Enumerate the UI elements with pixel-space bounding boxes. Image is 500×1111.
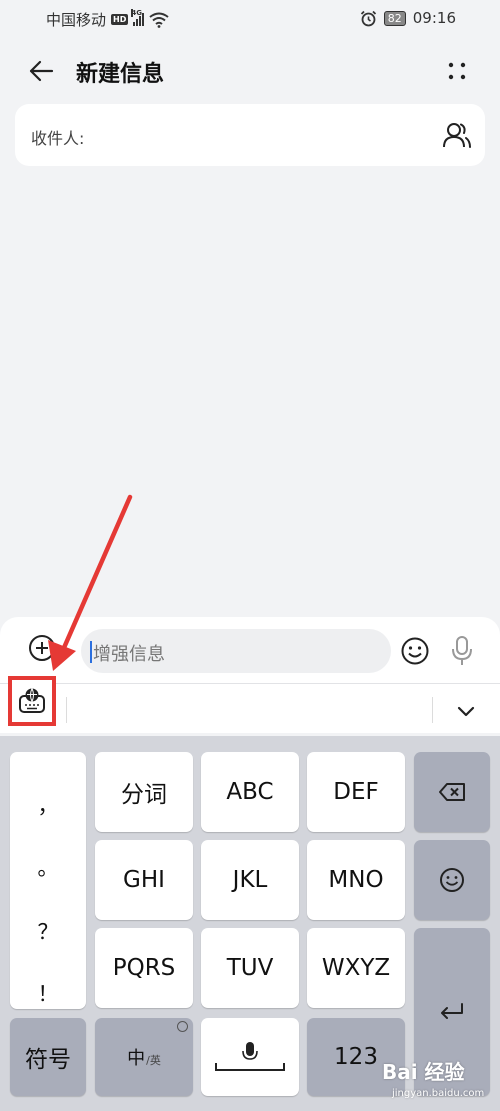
key-ghi[interactable]: GHI — [95, 840, 193, 920]
backspace-icon — [439, 783, 465, 801]
signal-icon: 4G — [131, 9, 145, 26]
add-circle-icon[interactable] — [28, 634, 56, 662]
key-pqrs[interactable]: PQRS — [95, 928, 193, 1008]
punct-key[interactable]: ， — [10, 790, 86, 820]
key-abc[interactable]: ABC — [201, 752, 299, 832]
key-def[interactable]: DEF — [307, 752, 405, 832]
status-right: 82 09:16 — [360, 9, 456, 27]
keyboard-globe-icon — [19, 688, 45, 713]
delete-key[interactable] — [414, 752, 490, 832]
status-left: 中国移动 HD 4G — [46, 9, 169, 30]
candidate-separator — [432, 697, 433, 723]
recipient-field[interactable]: 收件人: — [15, 104, 485, 166]
key-tuv[interactable]: TUV — [201, 928, 299, 1008]
watermark: Bai 经验 jingyan.baidu.com — [382, 1052, 500, 1110]
back-arrow-icon[interactable] — [26, 56, 56, 86]
alarm-icon — [360, 10, 376, 26]
symbols-key[interactable]: 符号 — [10, 1018, 86, 1096]
hd-badge: HD — [111, 14, 129, 25]
clock: 09:16 — [412, 9, 456, 27]
key-wxyz[interactable]: WXYZ — [307, 928, 405, 1008]
watermark-brand: Bai 经验 — [382, 1060, 465, 1084]
emoji-icon — [440, 868, 464, 892]
app-header: 新建信息 — [0, 46, 500, 96]
lang-alt-label: /英 — [146, 1053, 161, 1067]
language-switch-key[interactable]: 中 /英 — [95, 1018, 193, 1096]
watermark-url: jingyan.baidu.com — [392, 1088, 485, 1099]
compose-divider — [0, 683, 500, 684]
space-mic-icon — [215, 1042, 285, 1071]
compose-panel: 增强信息 — [0, 617, 500, 733]
page-title: 新建信息 — [76, 62, 165, 87]
punctuation-column[interactable]: ， 。 ？ ！ — [10, 752, 86, 1009]
wifi-icon — [149, 12, 169, 28]
emoji-key[interactable] — [414, 840, 490, 920]
message-input[interactable]: 增强信息 — [81, 629, 391, 673]
enter-icon — [441, 1003, 463, 1019]
space-key[interactable] — [201, 1018, 299, 1096]
emoji-icon[interactable] — [400, 636, 430, 666]
message-input-placeholder: 增强信息 — [93, 644, 165, 665]
battery-indicator: 82 — [383, 10, 406, 26]
carrier-name: 中国移动 — [46, 11, 107, 29]
key-mno[interactable]: MNO — [307, 840, 405, 920]
globe-icon — [177, 1021, 188, 1032]
punct-key[interactable]: ！ — [10, 978, 86, 1008]
lang-main-label: 中 — [127, 1048, 146, 1069]
key-jkl[interactable]: JKL — [201, 840, 299, 920]
punct-key[interactable]: ？ — [10, 916, 86, 946]
mic-icon[interactable] — [449, 635, 475, 667]
network-type: 4G — [131, 9, 142, 17]
candidate-separator — [66, 697, 67, 723]
key-segment[interactable]: 分词 — [95, 752, 193, 832]
punct-key[interactable]: 。 — [10, 852, 86, 882]
chevron-down-icon[interactable] — [454, 701, 478, 721]
contacts-icon[interactable] — [442, 120, 472, 150]
more-dots-icon[interactable] — [444, 58, 470, 84]
status-bar: 中国移动 HD 4G 82 09:16 — [0, 0, 500, 38]
input-method-button[interactable] — [8, 676, 56, 726]
recipient-label: 收件人: — [31, 129, 85, 148]
text-caret — [90, 641, 92, 663]
